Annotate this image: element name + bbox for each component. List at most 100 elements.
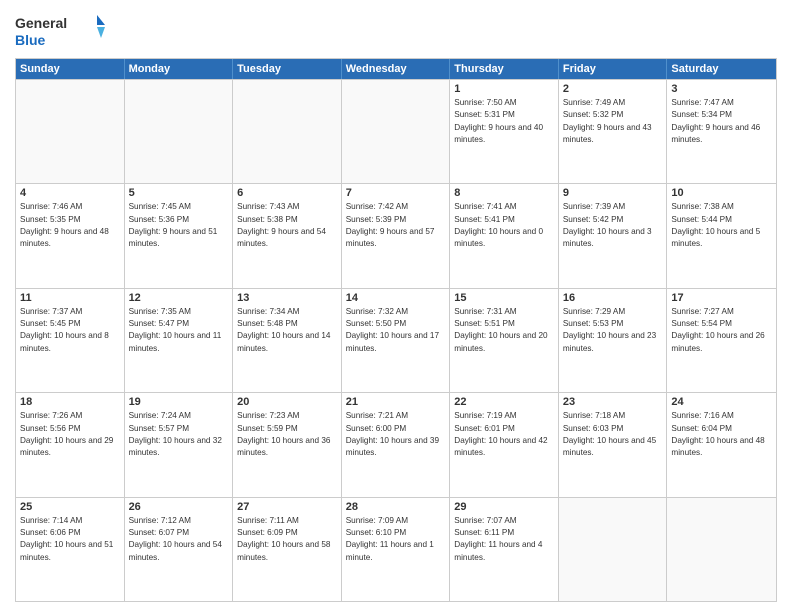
- cell-info: Sunrise: 7:14 AM Sunset: 6:06 PM Dayligh…: [20, 515, 120, 564]
- day-number: 20: [237, 396, 337, 408]
- cal-cell: 13 Sunrise: 7:34 AM Sunset: 5:48 PM Dayl…: [233, 289, 342, 392]
- cal-cell: 26 Sunrise: 7:12 AM Sunset: 6:07 PM Dayl…: [125, 498, 234, 601]
- cal-cell: 8 Sunrise: 7:41 AM Sunset: 5:41 PM Dayli…: [450, 184, 559, 287]
- cal-cell: 2 Sunrise: 7:49 AM Sunset: 5:32 PM Dayli…: [559, 80, 668, 183]
- day-number: 22: [454, 396, 554, 408]
- day-number: 8: [454, 187, 554, 199]
- cell-info: Sunrise: 7:32 AM Sunset: 5:50 PM Dayligh…: [346, 306, 446, 355]
- cell-info: Sunrise: 7:29 AM Sunset: 5:53 PM Dayligh…: [563, 306, 663, 355]
- cal-cell: 12 Sunrise: 7:35 AM Sunset: 5:47 PM Dayl…: [125, 289, 234, 392]
- day-number: 18: [20, 396, 120, 408]
- day-number: 25: [20, 501, 120, 513]
- cal-cell: 21 Sunrise: 7:21 AM Sunset: 6:00 PM Dayl…: [342, 393, 451, 496]
- cal-week-2: 11 Sunrise: 7:37 AM Sunset: 5:45 PM Dayl…: [16, 288, 776, 392]
- day-number: 19: [129, 396, 229, 408]
- day-number: 16: [563, 292, 663, 304]
- cell-info: Sunrise: 7:35 AM Sunset: 5:47 PM Dayligh…: [129, 306, 229, 355]
- day-number: 21: [346, 396, 446, 408]
- cell-info: Sunrise: 7:26 AM Sunset: 5:56 PM Dayligh…: [20, 410, 120, 459]
- cell-info: Sunrise: 7:16 AM Sunset: 6:04 PM Dayligh…: [671, 410, 772, 459]
- cell-info: Sunrise: 7:37 AM Sunset: 5:45 PM Dayligh…: [20, 306, 120, 355]
- cell-info: Sunrise: 7:23 AM Sunset: 5:59 PM Dayligh…: [237, 410, 337, 459]
- day-number: 27: [237, 501, 337, 513]
- cal-header-cell-tuesday: Tuesday: [233, 59, 342, 79]
- day-number: 23: [563, 396, 663, 408]
- cal-cell: [559, 498, 668, 601]
- cal-cell: 25 Sunrise: 7:14 AM Sunset: 6:06 PM Dayl…: [16, 498, 125, 601]
- cal-cell: [667, 498, 776, 601]
- day-number: 15: [454, 292, 554, 304]
- cal-cell: 5 Sunrise: 7:45 AM Sunset: 5:36 PM Dayli…: [125, 184, 234, 287]
- day-number: 5: [129, 187, 229, 199]
- cell-info: Sunrise: 7:39 AM Sunset: 5:42 PM Dayligh…: [563, 201, 663, 250]
- calendar-header-row: SundayMondayTuesdayWednesdayThursdayFrid…: [16, 59, 776, 79]
- day-number: 29: [454, 501, 554, 513]
- cell-info: Sunrise: 7:50 AM Sunset: 5:31 PM Dayligh…: [454, 97, 554, 146]
- cal-cell: 7 Sunrise: 7:42 AM Sunset: 5:39 PM Dayli…: [342, 184, 451, 287]
- cell-info: Sunrise: 7:43 AM Sunset: 5:38 PM Dayligh…: [237, 201, 337, 250]
- cal-week-3: 18 Sunrise: 7:26 AM Sunset: 5:56 PM Dayl…: [16, 392, 776, 496]
- cal-header-cell-monday: Monday: [125, 59, 234, 79]
- day-number: 17: [671, 292, 772, 304]
- cal-cell: 11 Sunrise: 7:37 AM Sunset: 5:45 PM Dayl…: [16, 289, 125, 392]
- cal-cell: [125, 80, 234, 183]
- cal-cell: [16, 80, 125, 183]
- cell-info: Sunrise: 7:46 AM Sunset: 5:35 PM Dayligh…: [20, 201, 120, 250]
- cal-week-4: 25 Sunrise: 7:14 AM Sunset: 6:06 PM Dayl…: [16, 497, 776, 601]
- day-number: 24: [671, 396, 772, 408]
- cal-header-cell-saturday: Saturday: [667, 59, 776, 79]
- cell-info: Sunrise: 7:41 AM Sunset: 5:41 PM Dayligh…: [454, 201, 554, 250]
- cal-cell: 6 Sunrise: 7:43 AM Sunset: 5:38 PM Dayli…: [233, 184, 342, 287]
- cal-header-cell-thursday: Thursday: [450, 59, 559, 79]
- day-number: 4: [20, 187, 120, 199]
- cell-info: Sunrise: 7:07 AM Sunset: 6:11 PM Dayligh…: [454, 515, 554, 564]
- cell-info: Sunrise: 7:27 AM Sunset: 5:54 PM Dayligh…: [671, 306, 772, 355]
- day-number: 7: [346, 187, 446, 199]
- day-number: 28: [346, 501, 446, 513]
- cell-info: Sunrise: 7:11 AM Sunset: 6:09 PM Dayligh…: [237, 515, 337, 564]
- day-number: 26: [129, 501, 229, 513]
- cal-cell: 20 Sunrise: 7:23 AM Sunset: 5:59 PM Dayl…: [233, 393, 342, 496]
- cal-week-0: 1 Sunrise: 7:50 AM Sunset: 5:31 PM Dayli…: [16, 79, 776, 183]
- cell-info: Sunrise: 7:21 AM Sunset: 6:00 PM Dayligh…: [346, 410, 446, 459]
- calendar-body: 1 Sunrise: 7:50 AM Sunset: 5:31 PM Dayli…: [16, 79, 776, 601]
- cell-info: Sunrise: 7:12 AM Sunset: 6:07 PM Dayligh…: [129, 515, 229, 564]
- cal-cell: 19 Sunrise: 7:24 AM Sunset: 5:57 PM Dayl…: [125, 393, 234, 496]
- cal-cell: 3 Sunrise: 7:47 AM Sunset: 5:34 PM Dayli…: [667, 80, 776, 183]
- cal-cell: 28 Sunrise: 7:09 AM Sunset: 6:10 PM Dayl…: [342, 498, 451, 601]
- cal-cell: 15 Sunrise: 7:31 AM Sunset: 5:51 PM Dayl…: [450, 289, 559, 392]
- day-number: 9: [563, 187, 663, 199]
- cell-info: Sunrise: 7:09 AM Sunset: 6:10 PM Dayligh…: [346, 515, 446, 564]
- cal-cell: 27 Sunrise: 7:11 AM Sunset: 6:09 PM Dayl…: [233, 498, 342, 601]
- cal-cell: 14 Sunrise: 7:32 AM Sunset: 5:50 PM Dayl…: [342, 289, 451, 392]
- day-number: 12: [129, 292, 229, 304]
- cal-cell: 18 Sunrise: 7:26 AM Sunset: 5:56 PM Dayl…: [16, 393, 125, 496]
- cal-cell: [342, 80, 451, 183]
- cal-header-cell-wednesday: Wednesday: [342, 59, 451, 79]
- calendar: SundayMondayTuesdayWednesdayThursdayFrid…: [15, 58, 777, 602]
- cal-cell: 24 Sunrise: 7:16 AM Sunset: 6:04 PM Dayl…: [667, 393, 776, 496]
- cell-info: Sunrise: 7:18 AM Sunset: 6:03 PM Dayligh…: [563, 410, 663, 459]
- cal-cell: 1 Sunrise: 7:50 AM Sunset: 5:31 PM Dayli…: [450, 80, 559, 183]
- cell-info: Sunrise: 7:19 AM Sunset: 6:01 PM Dayligh…: [454, 410, 554, 459]
- cell-info: Sunrise: 7:45 AM Sunset: 5:36 PM Dayligh…: [129, 201, 229, 250]
- day-number: 1: [454, 83, 554, 95]
- cell-info: Sunrise: 7:24 AM Sunset: 5:57 PM Dayligh…: [129, 410, 229, 459]
- day-number: 11: [20, 292, 120, 304]
- svg-text:Blue: Blue: [15, 32, 46, 48]
- cal-cell: 10 Sunrise: 7:38 AM Sunset: 5:44 PM Dayl…: [667, 184, 776, 287]
- day-number: 14: [346, 292, 446, 304]
- day-number: 6: [237, 187, 337, 199]
- cal-cell: 17 Sunrise: 7:27 AM Sunset: 5:54 PM Dayl…: [667, 289, 776, 392]
- day-number: 3: [671, 83, 772, 95]
- page: General Blue SundayMondayTuesdayWednesda…: [0, 0, 792, 612]
- day-number: 2: [563, 83, 663, 95]
- cal-header-cell-friday: Friday: [559, 59, 668, 79]
- cal-cell: 4 Sunrise: 7:46 AM Sunset: 5:35 PM Dayli…: [16, 184, 125, 287]
- cal-cell: 16 Sunrise: 7:29 AM Sunset: 5:53 PM Dayl…: [559, 289, 668, 392]
- cell-info: Sunrise: 7:49 AM Sunset: 5:32 PM Dayligh…: [563, 97, 663, 146]
- logo: General Blue: [15, 10, 105, 50]
- cal-cell: 23 Sunrise: 7:18 AM Sunset: 6:03 PM Dayl…: [559, 393, 668, 496]
- cell-info: Sunrise: 7:42 AM Sunset: 5:39 PM Dayligh…: [346, 201, 446, 250]
- cell-info: Sunrise: 7:38 AM Sunset: 5:44 PM Dayligh…: [671, 201, 772, 250]
